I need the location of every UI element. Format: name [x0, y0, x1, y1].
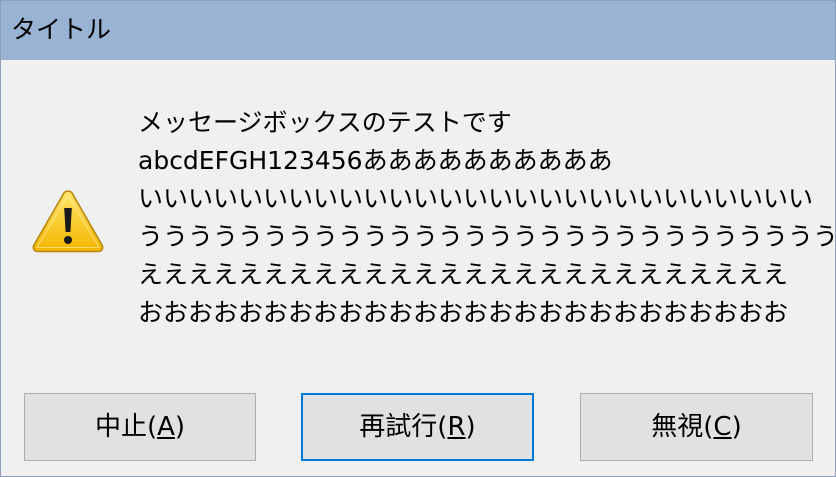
retry-button-mnemonic: R [447, 412, 466, 442]
dialog-content: メッセージボックスのテストです abcdEFGH123456ああああああああああ… [1, 60, 836, 376]
abort-button-mnemonic: A [157, 412, 175, 442]
abort-button-label-prefix: 中止( [94, 412, 158, 442]
abort-button-label-suffix: ) [174, 412, 186, 442]
message-line: メッセージボックスのテストです [138, 108, 512, 137]
retry-button-label-prefix: 再試行( [359, 412, 448, 442]
abort-button[interactable]: 中止(A) [24, 393, 256, 461]
message-line: おおおおおおおおおおおおおおおおおおおおおおおおおお [138, 298, 789, 327]
message-line: いいいいいいいいいいいいいいいいいいいいいいいいいいい [138, 184, 814, 213]
warning-icon [32, 190, 104, 253]
window-title: タイトル [11, 15, 112, 44]
message-line: abcdEFGH123456ああああああああああ [138, 146, 613, 175]
message-text: メッセージボックスのテストです abcdEFGH123456ああああああああああ… [138, 104, 836, 332]
message-box-window: タイトル メッセージボックスのテストです abcdEFGH123456あああああ… [0, 0, 836, 477]
ignore-button[interactable]: 無視(C) [580, 393, 813, 461]
retry-button[interactable]: 再試行(R) [301, 393, 534, 461]
title-bar[interactable]: タイトル [1, 1, 835, 60]
ignore-button-label-suffix: ) [731, 412, 742, 442]
ignore-button-label-prefix: 無視( [651, 412, 714, 442]
retry-button-label-suffix: ) [465, 412, 476, 442]
message-line: ええええええええええええええええええええええええええ [138, 260, 789, 289]
message-line: うううううううううううううううううううううううううううう [138, 222, 836, 251]
ignore-button-mnemonic: C [713, 412, 732, 442]
